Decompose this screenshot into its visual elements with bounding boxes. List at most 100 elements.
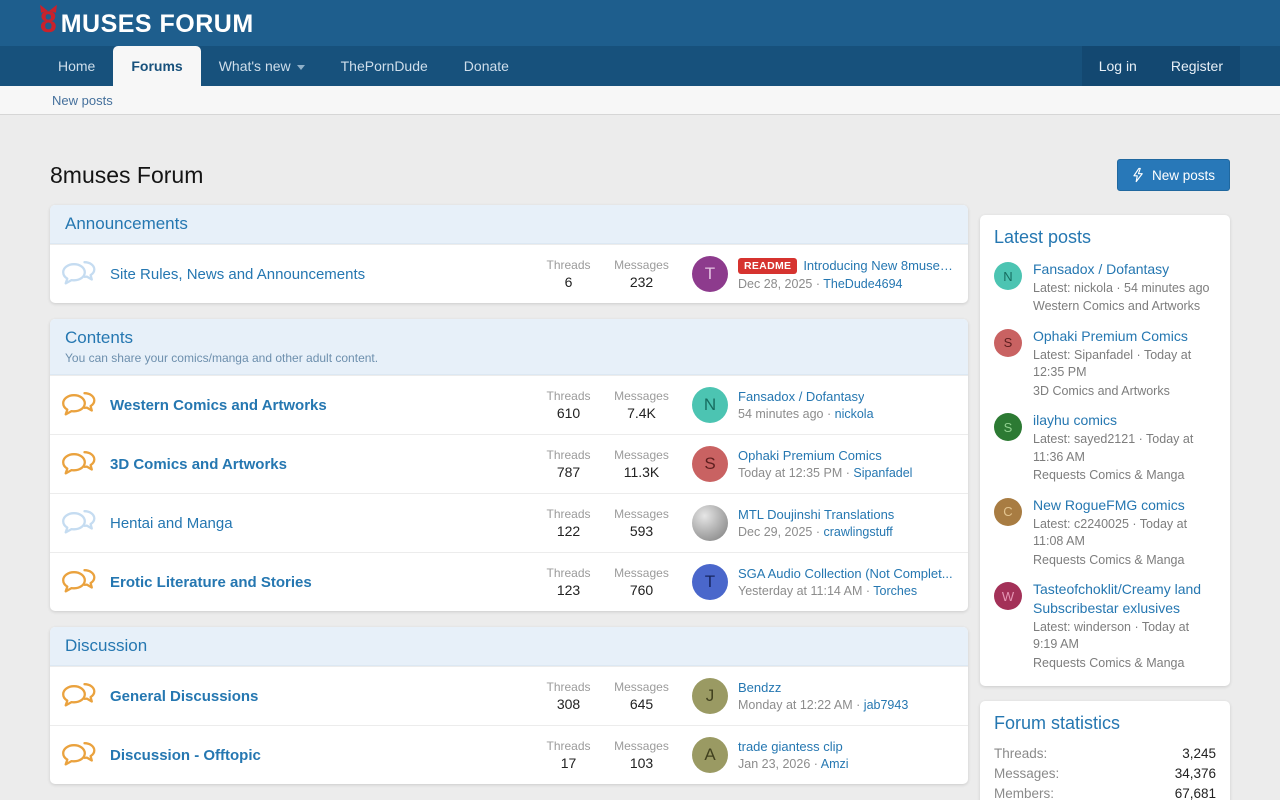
forum-row-general-discussions: General Discussions Threads 308 Messages…	[50, 666, 968, 725]
thread-link[interactable]: Ophaki Premium Comics	[1033, 327, 1216, 346]
stat-value: 3,245	[1182, 746, 1216, 761]
page-title: 8muses Forum	[50, 162, 203, 189]
avatar[interactable]: S	[994, 413, 1022, 441]
forum-link[interactable]: Discussion - Offtopic	[104, 747, 532, 764]
latest-post-cell: T SGA Audio Collection (Not Complet... Y…	[678, 564, 956, 600]
forum-link[interactable]: Western Comics and Artworks	[104, 397, 532, 414]
latest-meta: 54 minutes ago · nickola	[738, 407, 874, 421]
latest-user-link[interactable]: jab7943	[864, 698, 909, 712]
nav-item-forums[interactable]: Forums	[113, 46, 200, 86]
latest-post-item: C New RogueFMG comics Latest: c2240025 ·…	[994, 496, 1216, 569]
latest-thread-link[interactable]: Bendzz	[738, 680, 781, 695]
forum-link[interactable]: Hentai and Manga	[104, 515, 532, 532]
avatar[interactable]: J	[692, 678, 728, 714]
latest-user-link[interactable]: TheDude4694	[823, 277, 902, 291]
latest-user-link[interactable]: Amzi	[821, 757, 849, 771]
thread-meta: Latest: winderson · Today at 9:19 AM	[1033, 619, 1216, 654]
new-posts-button[interactable]: New posts	[1117, 159, 1230, 191]
messages-label: Messages	[605, 739, 678, 753]
threads-value: 787	[532, 464, 605, 480]
latest-post-cell: MTL Doujinshi Translations Dec 29, 2025 …	[678, 505, 956, 541]
thread-link[interactable]: Tasteofchoklit/Creamy land Subscribestar…	[1033, 580, 1216, 618]
avatar[interactable]: S	[692, 446, 728, 482]
latest-thread-link[interactable]: MTL Doujinshi Translations	[738, 507, 894, 522]
subnav-new-posts-link[interactable]: New posts	[52, 93, 113, 108]
forum-row-western-comics: Western Comics and Artworks Threads 610 …	[50, 375, 968, 434]
thread-forum: Requests Comics & Manga	[1033, 655, 1216, 673]
messages-value: 103	[605, 755, 678, 771]
section-header: Contents You can share your comics/manga…	[50, 319, 968, 375]
nav-item-whats-new[interactable]: What's new	[201, 46, 323, 86]
latest-user-link[interactable]: Sipanfadel	[853, 466, 912, 480]
avatar[interactable]: W	[994, 582, 1022, 610]
avatar[interactable]: C	[994, 498, 1022, 526]
forum-statistics-widget: Forum statistics Threads: 3,245 Messages…	[980, 701, 1230, 800]
latest-date: Yesterday at 11:14 AM	[738, 584, 862, 598]
sub-nav: New posts	[0, 86, 1280, 115]
forum-link[interactable]: Site Rules, News and Announcements	[104, 266, 532, 283]
forum-statistics-title: Forum statistics	[994, 713, 1216, 734]
messages-label: Messages	[605, 680, 678, 694]
nav-item-label: What's new	[219, 58, 291, 74]
separator: ·	[816, 525, 820, 539]
threads-value: 610	[532, 405, 605, 421]
forum-row-site-rules: Site Rules, News and Announcements Threa…	[50, 244, 968, 303]
nav-item-home[interactable]: Home	[40, 46, 113, 86]
nav-item-theporndude[interactable]: ThePornDude	[323, 46, 446, 86]
latest-posts-widget: Latest posts N Fansadox / Dofantasy Late…	[980, 215, 1230, 686]
latest-meta: Today at 12:35 PM · Sipanfadel	[738, 466, 912, 480]
forum-link[interactable]: 3D Comics and Artworks	[104, 456, 532, 473]
latest-thread-link[interactable]: Ophaki Premium Comics	[738, 448, 882, 463]
thread-forum: Western Comics and Artworks	[1033, 298, 1210, 316]
forum-link[interactable]: General Discussions	[104, 688, 532, 705]
messages-value: 11.3K	[605, 464, 678, 480]
avatar[interactable]: T	[692, 256, 728, 292]
stat-label: Members:	[994, 786, 1054, 800]
comments-icon	[62, 681, 104, 711]
avatar[interactable]: A	[692, 737, 728, 773]
thread-link[interactable]: Fansadox / Dofantasy	[1033, 260, 1210, 279]
avatar[interactable]: T	[692, 564, 728, 600]
latest-post-item: W Tasteofchoklit/Creamy land Subscribest…	[994, 580, 1216, 672]
forum-stats: Threads 787 Messages 11.3K	[532, 448, 678, 480]
messages-value: 232	[605, 274, 678, 290]
logo-text: MUSES FORUM	[61, 12, 254, 37]
latest-post-cell: A trade giantess clip Jan 23, 2026 · Amz…	[678, 737, 956, 773]
forum-stats: Threads 123 Messages 760	[532, 566, 678, 598]
nav-item-donate[interactable]: Donate	[446, 46, 527, 86]
forum-row-erotic-literature: Erotic Literature and Stories Threads 12…	[50, 552, 968, 611]
latest-post-item: S Ophaki Premium Comics Latest: Sipanfad…	[994, 327, 1216, 400]
separator: ·	[846, 466, 850, 480]
forum-link[interactable]: Erotic Literature and Stories	[104, 574, 532, 591]
latest-meta: Dec 29, 2025 · crawlingstuff	[738, 525, 894, 539]
thread-link[interactable]: ilayhu comics	[1033, 411, 1216, 430]
site-logo[interactable]: 8 MUSES FORUM	[40, 8, 254, 38]
section-description: You can share your comics/manga and othe…	[65, 351, 953, 365]
thread-link[interactable]: New RogueFMG comics	[1033, 496, 1216, 515]
threads-value: 6	[532, 274, 605, 290]
latest-date: Monday at 12:22 AM	[738, 698, 853, 712]
threads-value: 308	[532, 696, 605, 712]
latest-thread-link[interactable]: Fansadox / Dofantasy	[738, 389, 864, 404]
latest-user-link[interactable]: crawlingstuff	[824, 525, 893, 539]
avatar[interactable]: S	[994, 329, 1022, 357]
section-contents: Contents You can share your comics/manga…	[50, 319, 968, 611]
chevron-down-icon	[297, 65, 305, 70]
avatar[interactable]: N	[692, 387, 728, 423]
latest-post-cell: N Fansadox / Dofantasy 54 minutes ago · …	[678, 387, 956, 423]
latest-user-link[interactable]: nickola	[835, 407, 874, 421]
avatar[interactable]: N	[994, 262, 1022, 290]
avatar-photo[interactable]	[692, 505, 728, 541]
comments-icon	[62, 508, 104, 538]
stat-value: 34,376	[1175, 766, 1216, 781]
section-announcements: Announcements Site Rules, News and Annou…	[50, 205, 968, 303]
threads-label: Threads	[532, 389, 605, 403]
latest-thread-link[interactable]: trade giantess clip	[738, 739, 843, 754]
login-button[interactable]: Log in	[1082, 46, 1154, 86]
stat-row-threads: Threads: 3,245	[994, 746, 1216, 761]
latest-user-link[interactable]: Torches	[873, 584, 917, 598]
latest-thread-link[interactable]: SGA Audio Collection (Not Complet...	[738, 566, 953, 581]
register-button[interactable]: Register	[1154, 46, 1240, 86]
latest-thread-link[interactable]: Introducing New 8muses ...	[803, 258, 956, 273]
forum-stats: Threads 17 Messages 103	[532, 739, 678, 771]
